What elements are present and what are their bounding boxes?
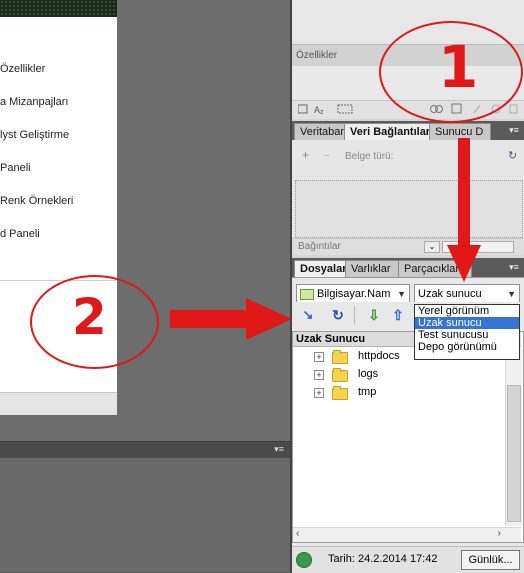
arrow-right-to-connect [170,298,292,340]
view-dropdown-list: Yerel görünüm Uzak sunucu Test sunucusu … [414,304,520,360]
option-testing-server[interactable]: Test sunucusu [415,329,519,341]
arrow-down-to-view-select [447,138,481,282]
annotation-arrows [170,138,481,340]
option-local-view[interactable]: Yerel görünüm [415,305,519,317]
option-remote-server[interactable]: Uzak sunucu [415,317,519,329]
option-repository-view[interactable]: Depo görünümü [415,341,519,353]
